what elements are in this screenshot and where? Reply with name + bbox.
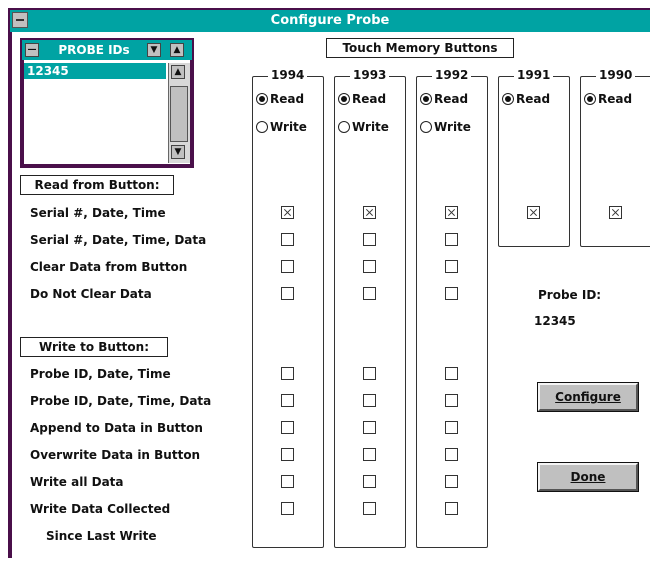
write-option-checkbox[interactable] [363, 421, 376, 434]
write-option-checkbox[interactable] [363, 475, 376, 488]
radio-indicator-icon [256, 121, 268, 133]
option-label: Do Not Clear Data [30, 287, 152, 301]
write-option-checkbox[interactable] [445, 394, 458, 407]
done-button[interactable]: Done [537, 462, 639, 492]
read-radio-label: Read [516, 92, 551, 106]
read-option-checkbox[interactable] [445, 233, 458, 246]
configure-button-label: Configure [555, 390, 621, 404]
radio-indicator-icon [420, 121, 432, 133]
column-year-label: 1991 [514, 68, 554, 82]
touch-memory-buttons-label: Touch Memory Buttons [326, 38, 514, 58]
option-label: Overwrite Data in Button [30, 448, 201, 462]
read-radio[interactable]: Read [502, 92, 550, 106]
scroll-up-icon[interactable]: ▲ [171, 65, 185, 79]
write-option-checkbox[interactable] [363, 367, 376, 380]
radio-indicator-icon [502, 93, 514, 105]
option-label: Clear Data from Button [30, 260, 188, 274]
write-option-checkbox[interactable] [445, 502, 458, 515]
option-label: Serial #, Date, Time, Data [30, 233, 207, 247]
read-radio-label: Read [352, 92, 387, 106]
probe-ids-menu-icon[interactable]: — [25, 43, 39, 57]
dropdown-arrow-icon[interactable]: ▼ [147, 43, 161, 57]
column-year-label: 1990 [596, 68, 636, 82]
write-option-checkbox[interactable] [363, 502, 376, 515]
probe-id-label: Probe ID: [538, 288, 602, 302]
write-radio-label: Write [352, 120, 389, 134]
configure-button[interactable]: Configure [537, 382, 639, 412]
write-option-checkbox[interactable] [445, 367, 458, 380]
write-option-checkbox[interactable] [445, 475, 458, 488]
read-option-checkbox[interactable] [445, 260, 458, 273]
configure-probe-window: Configure Probe — PROBE IDs ▼ ▲ 12345 ▲ … [0, 0, 650, 566]
write-option-checkbox[interactable] [363, 448, 376, 461]
write-option-checkbox[interactable] [363, 394, 376, 407]
write-to-button-label: Write to Button: [20, 337, 168, 357]
read-option-checkbox[interactable] [363, 260, 376, 273]
read-radio[interactable]: Read [338, 92, 386, 106]
write-option-checkbox[interactable] [445, 421, 458, 434]
option-label: Since Last Write [46, 529, 157, 543]
radio-indicator-icon [420, 93, 432, 105]
option-label: Write all Data [30, 475, 124, 489]
write-option-checkbox[interactable] [281, 502, 294, 515]
read-option-checkbox[interactable] [363, 287, 376, 300]
write-radio-label: Write [434, 120, 471, 134]
option-label: Probe ID, Date, Time, Data [30, 394, 212, 408]
done-button-label: Done [570, 470, 606, 484]
read-option-checkbox[interactable] [527, 206, 540, 219]
write-radio[interactable]: Write [338, 120, 389, 134]
write-option-checkbox[interactable] [281, 448, 294, 461]
read-radio[interactable]: Read [584, 92, 632, 106]
read-option-checkbox[interactable] [445, 206, 458, 219]
read-radio[interactable]: Read [256, 92, 304, 106]
write-option-checkbox[interactable] [281, 394, 294, 407]
window-title: Configure Probe [270, 13, 390, 28]
write-option-checkbox[interactable] [445, 448, 458, 461]
write-option-checkbox[interactable] [281, 367, 294, 380]
column-year-label: 1992 [432, 68, 472, 82]
read-option-checkbox[interactable] [363, 233, 376, 246]
radio-indicator-icon [584, 93, 596, 105]
read-radio-label: Read [270, 92, 305, 106]
option-label: Write Data Collected [30, 502, 171, 516]
scrollbar-thumb[interactable] [170, 86, 188, 142]
probe-id-value: 12345 [534, 314, 576, 328]
read-option-checkbox[interactable] [363, 206, 376, 219]
read-option-checkbox[interactable] [281, 206, 294, 219]
read-from-button-label: Read from Button: [20, 175, 174, 195]
read-radio-label: Read [598, 92, 633, 106]
write-radio-label: Write [270, 120, 307, 134]
probe-ids-title: PROBE IDs [58, 43, 130, 57]
read-radio[interactable]: Read [420, 92, 468, 106]
column-year-label: 1994 [268, 68, 308, 82]
read-option-checkbox[interactable] [609, 206, 622, 219]
write-option-checkbox[interactable] [281, 475, 294, 488]
option-label: Probe ID, Date, Time [30, 367, 171, 381]
read-option-checkbox[interactable] [281, 233, 294, 246]
write-radio[interactable]: Write [256, 120, 307, 134]
option-label: Serial #, Date, Time [30, 206, 166, 220]
read-option-checkbox[interactable] [281, 287, 294, 300]
read-option-checkbox[interactable] [281, 260, 294, 273]
probe-id-list-item[interactable]: 12345 [24, 63, 166, 79]
radio-indicator-icon [256, 93, 268, 105]
write-option-checkbox[interactable] [281, 421, 294, 434]
radio-indicator-icon [338, 121, 350, 133]
column-year-label: 1993 [350, 68, 390, 82]
read-radio-label: Read [434, 92, 469, 106]
write-radio[interactable]: Write [420, 120, 471, 134]
scroll-down-icon[interactable]: ▼ [171, 145, 185, 159]
option-label: Append to Data in Button [30, 421, 203, 435]
scroll-up-arrow-icon[interactable]: ▲ [170, 43, 184, 57]
radio-indicator-icon [338, 93, 350, 105]
read-option-checkbox[interactable] [445, 287, 458, 300]
